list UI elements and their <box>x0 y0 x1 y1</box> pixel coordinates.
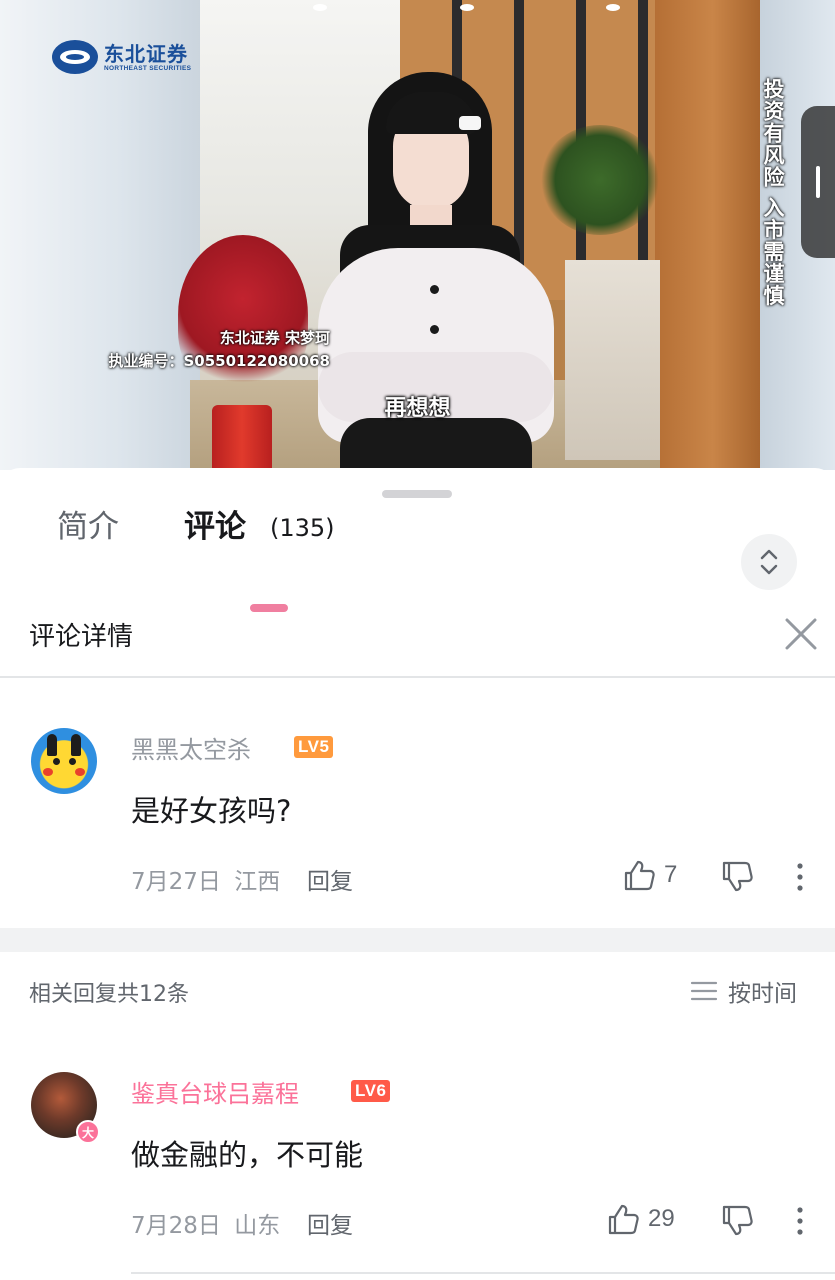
scene-wood-column <box>655 0 760 470</box>
reply-button[interactable]: 回复 <box>307 1206 353 1240</box>
comments-sheet: 简介 评论 (135) 评论详情 黑黑太空杀 LV5 是好女孩吗? 7月27日 … <box>0 468 835 1280</box>
more-vertical-icon <box>797 1207 803 1235</box>
ceiling-light <box>313 4 327 11</box>
presenter-license: 执业编号：S0550122080068 <box>108 352 331 370</box>
avatar-ear <box>47 734 57 756</box>
thumbs-up-icon <box>608 1204 639 1235</box>
avatar-cheek <box>75 768 85 776</box>
avatar-eye <box>53 758 60 765</box>
main-comment: 黑黑太空杀 LV5 是好女孩吗? 7月27日 江西 回复 7 <box>0 728 835 928</box>
avatar[interactable] <box>31 728 97 794</box>
like-button[interactable]: 29 <box>606 1202 675 1236</box>
ceiling-light <box>606 4 620 11</box>
like-button[interactable]: 7 <box>622 858 677 892</box>
expand-toggle-button[interactable] <box>741 534 797 590</box>
close-icon <box>785 618 817 650</box>
replies-header: 相关回复共12条 按时间 <box>0 952 835 1032</box>
avatar-eye <box>69 758 76 765</box>
chevron-up-down-icon <box>760 549 778 575</box>
sort-button[interactable]: 按时间 <box>690 974 797 1008</box>
dislike-button[interactable] <box>718 1202 756 1240</box>
list-divider <box>131 1272 835 1274</box>
level-badge: LV5 <box>294 736 334 758</box>
level-badge: LV6 <box>351 1080 391 1102</box>
sweater-button <box>430 325 439 334</box>
scene-counter <box>565 260 660 460</box>
replies-count: 相关回复共12条 <box>29 982 189 1007</box>
sort-lines-icon <box>690 981 718 1001</box>
tab-comments[interactable]: 评论 <box>184 504 246 550</box>
tab-bar: 简介 评论 (135) <box>0 504 835 612</box>
figure-hair-bow <box>459 116 481 130</box>
thumbs-up-icon <box>624 860 655 891</box>
like-count: 29 <box>648 1205 675 1232</box>
comment-text: 是好女孩吗? <box>131 794 292 828</box>
more-vertical-icon <box>797 863 803 891</box>
scene-red-vase <box>212 405 272 470</box>
comment-detail-title: 评论详情 <box>29 622 134 652</box>
dislike-button[interactable] <box>718 858 756 896</box>
comment-detail-header: 评论详情 <box>0 598 835 678</box>
brand-name-en: NORTHEAST SECURITIES <box>104 64 192 72</box>
video-subtitle: 再想想 <box>384 396 451 421</box>
user-badge: 大 <box>76 1120 100 1144</box>
more-options-button[interactable] <box>786 858 814 896</box>
figure-skirt <box>340 418 532 470</box>
more-options-button[interactable] <box>786 1202 814 1240</box>
sort-label: 按时间 <box>728 981 797 1007</box>
thumbs-down-icon <box>722 861 753 892</box>
reply-comment: 大 鉴真台球吕嘉程 LV6 做金融的，不可能 7月28日 山东 回复 29 <box>0 1072 835 1272</box>
tab-comments-count: (135) <box>270 514 335 542</box>
brand-name-cn: 东北证券 <box>104 41 188 66</box>
brand-logo: 东北证券 NORTHEAST SECURITIES <box>52 40 191 74</box>
presenter-credit: 东北证券 宋梦珂 执业编号：S0550122080068 <box>85 327 331 373</box>
avatar-cheek <box>43 768 53 776</box>
sweater-button <box>430 285 439 294</box>
close-button[interactable] <box>779 612 823 656</box>
scene-green-plant <box>540 125 660 235</box>
comment-meta: 7月28日 山东 <box>131 1206 280 1240</box>
comment-username[interactable]: 黑黑太空杀 <box>131 730 251 765</box>
reply-button[interactable]: 回复 <box>307 862 353 896</box>
comment-date: 7月28日 <box>131 1213 221 1239</box>
side-panel-handle[interactable] <box>801 106 835 258</box>
avatar-ear <box>71 734 81 756</box>
comment-date: 7月27日 <box>131 869 221 895</box>
comment-location: 山东 <box>234 1213 281 1239</box>
comment-text: 做金融的，不可能 <box>131 1138 364 1172</box>
tab-intro[interactable]: 简介 <box>57 504 119 550</box>
brand-logo-icon <box>52 40 98 74</box>
sheet-drag-handle[interactable] <box>382 490 452 498</box>
risk-notice: 投资有风险 入市需谨慎 <box>761 78 785 307</box>
like-count: 7 <box>664 861 678 888</box>
comment-username[interactable]: 鉴真台球吕嘉程 <box>131 1074 299 1109</box>
video-player[interactable]: 东北证券 NORTHEAST SECURITIES 东北证券 宋梦珂 执业编号：… <box>0 0 835 470</box>
comment-location: 江西 <box>234 869 281 895</box>
thumbs-down-icon <box>722 1205 753 1236</box>
comment-meta: 7月27日 江西 <box>131 862 280 896</box>
ceiling-light <box>460 4 474 11</box>
presenter-name: 东北证券 宋梦珂 <box>219 329 330 347</box>
section-separator <box>0 928 835 952</box>
